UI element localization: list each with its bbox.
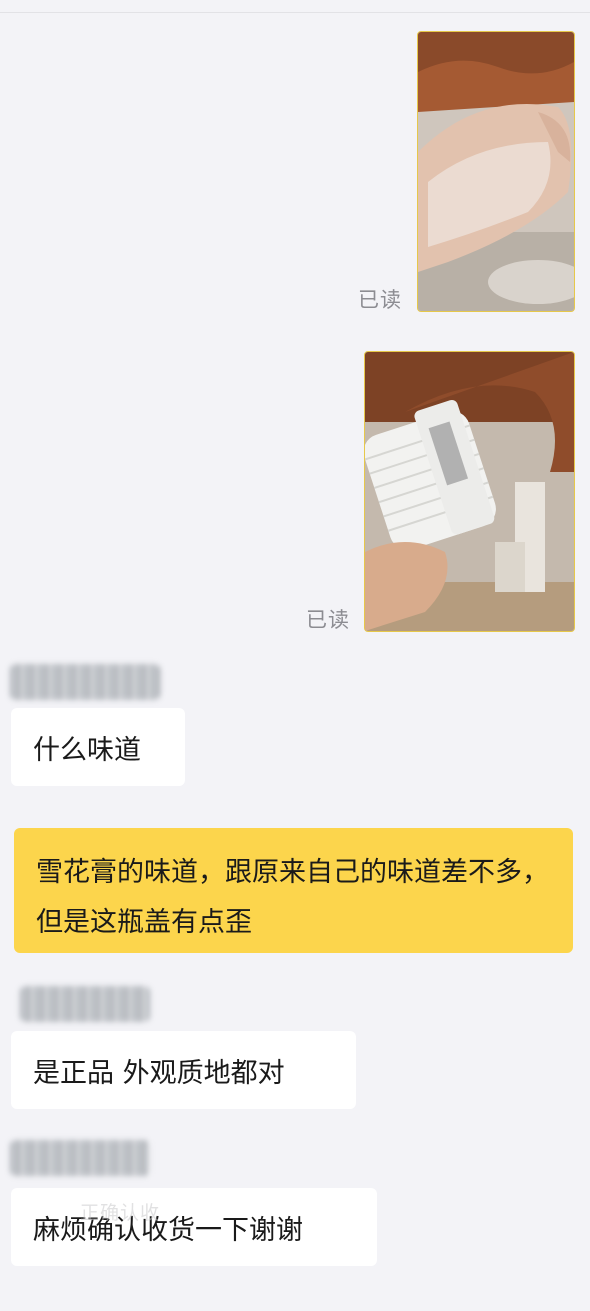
read-status-1: 已读	[358, 288, 402, 312]
own-message-bubble[interactable]: 雪花膏的味道，跟原来自己的味道差不多，但是这瓶盖有点歪	[14, 828, 573, 953]
message-bubble[interactable]: 什么味道	[11, 708, 185, 786]
sender-name-blurred	[10, 1140, 150, 1176]
image-message-1[interactable]	[417, 31, 575, 312]
photo-hand-lotion-icon	[418, 32, 574, 311]
read-status-2: 已读	[306, 608, 350, 632]
message-bubble[interactable]: 是正品 外观质地都对	[11, 1031, 356, 1109]
sender-name-blurred	[20, 986, 150, 1022]
photo-jar-icon	[365, 352, 574, 631]
message-bubble[interactable]: 麻烦确认收货一下谢谢	[11, 1188, 377, 1266]
sender-name-blurred	[10, 664, 160, 700]
top-divider	[0, 12, 590, 13]
watermark-text: 正确认收	[80, 1202, 161, 1224]
image-message-2[interactable]	[364, 351, 575, 632]
